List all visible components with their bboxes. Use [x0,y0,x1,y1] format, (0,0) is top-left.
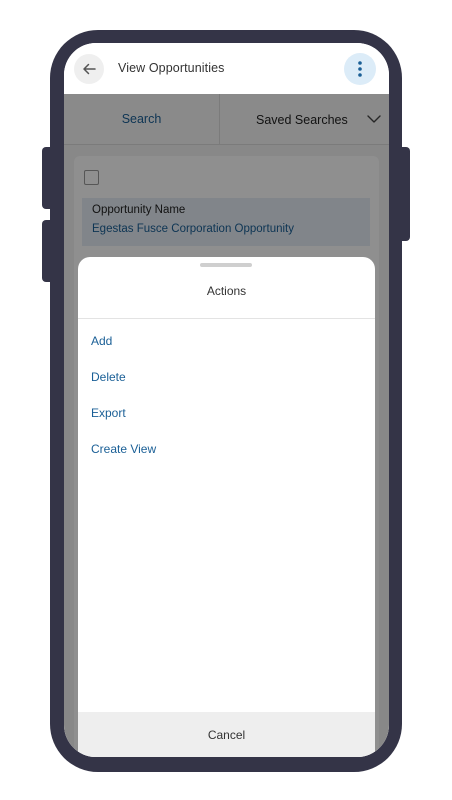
phone-screen: View Opportunities Search Saved Searches… [64,43,389,757]
divider [78,318,375,319]
volume-down-button [42,220,52,282]
sheet-title: Actions [206,284,247,298]
more-actions-button[interactable] [344,53,376,85]
page-title: View Opportunities [118,61,225,75]
action-add[interactable]: Add [91,334,112,348]
arrow-left-icon [83,63,96,75]
kebab-menu-icon [358,61,362,77]
sheet-drag-handle[interactable] [200,263,252,267]
actions-sheet: Actions Add Delete Export Create View [78,257,375,757]
action-export[interactable]: Export [91,406,126,420]
power-button [400,147,410,241]
volume-up-button [42,147,52,209]
back-button[interactable] [74,54,104,84]
action-create-view[interactable]: Create View [91,442,156,456]
cancel-button[interactable]: Cancel [78,712,375,757]
action-delete[interactable]: Delete [91,370,126,384]
app-header: View Opportunities [64,43,389,94]
